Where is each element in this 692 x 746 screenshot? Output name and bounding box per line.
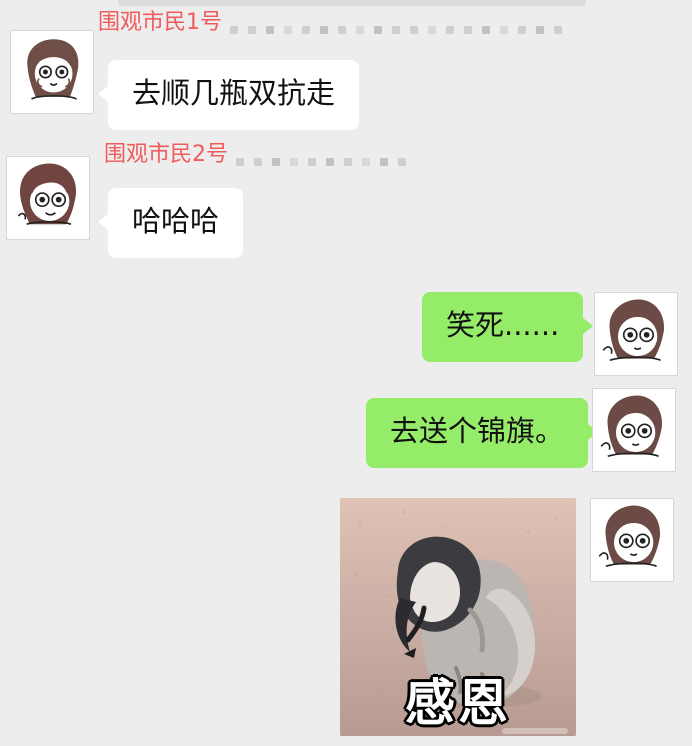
message-bubble-1[interactable]: 去顺几瓶双抗走 [97, 60, 360, 130]
message-text-1: 去顺几瓶双抗走 [132, 76, 336, 110]
previous-message-edge [118, 0, 586, 6]
meme-caption: 感恩 [405, 674, 511, 732]
sender-name-2: 围观市民2号 [104, 142, 228, 167]
message-bubble-2[interactable]: 哈哈哈 [97, 188, 244, 258]
message-meta-1: 围观市民1号 [98, 12, 562, 34]
avatar-self-2[interactable] [592, 388, 676, 472]
message-text-4: 去送个锦旗。 [390, 414, 565, 448]
chat-window: 围观市民1号 去顺几瓶双抗走 围观市民2号 哈哈哈 笑死...... 去送个锦旗… [0, 0, 692, 746]
message-bubble-4[interactable]: 去送个锦旗。 [366, 398, 599, 468]
message-text-3: 笑死...... [446, 308, 560, 342]
message-meta-2: 围观市民2号 [104, 144, 406, 166]
image-watermark [502, 728, 568, 734]
avatar-self-3[interactable] [590, 498, 674, 582]
blurred-text-1 [230, 26, 562, 34]
avatar-sender-1[interactable] [10, 30, 94, 114]
message-bubble-3[interactable]: 笑死...... [422, 292, 594, 362]
avatar-sender-2[interactable] [6, 156, 90, 240]
penguin-meme-image[interactable]: 感恩 [340, 498, 576, 736]
message-text-2: 哈哈哈 [132, 204, 220, 238]
sender-name-1: 围观市民1号 [98, 10, 222, 35]
avatar-self-1[interactable] [594, 292, 678, 376]
blurred-text-2 [236, 158, 406, 166]
